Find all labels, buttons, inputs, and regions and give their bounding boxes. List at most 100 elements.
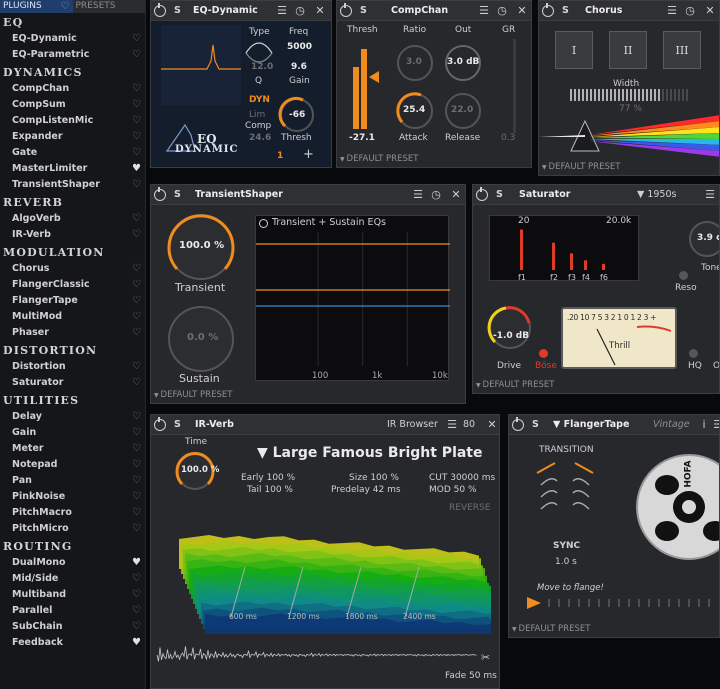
sidebar-item-algoverb[interactable]: AlgoVerb ♡: [0, 211, 145, 227]
sidebar-item-subchain[interactable]: SubChain ♡: [0, 619, 145, 635]
gain-value[interactable]: 9.6: [291, 62, 307, 72]
solo-button[interactable]: S: [174, 1, 181, 21]
sidebar-item-chorus[interactable]: Chorus ♡: [0, 261, 145, 277]
default-preset-label[interactable]: DEFAULT PRESET: [512, 624, 591, 634]
favorite-heart-icon[interactable]: ♡: [132, 113, 141, 129]
reso-led[interactable]: [679, 271, 688, 280]
menu-icon[interactable]: ☰: [411, 185, 425, 205]
favorite-heart-icon[interactable]: ♡: [132, 425, 141, 441]
favorite-heart-icon[interactable]: ♡: [132, 293, 141, 309]
favorite-heart-icon[interactable]: ♥: [132, 555, 141, 571]
sidebar-item-multiband[interactable]: Multiband ♡: [0, 587, 145, 603]
voice-button-1[interactable]: I: [555, 31, 593, 69]
sidebar-item-phaser[interactable]: Phaser ♡: [0, 325, 145, 341]
hq-led[interactable]: [689, 349, 698, 358]
ir-waveform[interactable]: [156, 633, 497, 673]
favorite-heart-icon[interactable]: ♥: [132, 635, 141, 651]
favorite-heart-icon[interactable]: ♡: [132, 145, 141, 161]
add-band-button[interactable]: +: [303, 147, 314, 162]
solo-button[interactable]: S: [174, 415, 181, 435]
flange-slider[interactable]: [527, 595, 720, 611]
sidebar-item-meter[interactable]: Meter ♡: [0, 441, 145, 457]
solo-button[interactable]: S: [174, 185, 181, 205]
size-value[interactable]: Size 100 %: [349, 473, 399, 483]
close-icon[interactable]: ✕: [515, 1, 529, 21]
default-preset-label[interactable]: DEFAULT PRESET: [340, 154, 419, 164]
preset-selector[interactable]: ▼ Large Famous Bright Plate: [257, 445, 483, 461]
favorite-heart-icon[interactable]: ♡: [132, 227, 141, 243]
tab-presets[interactable]: PRESETS: [72, 0, 145, 13]
default-preset-label[interactable]: DEFAULT PRESET: [542, 162, 621, 172]
favorite-heart-icon[interactable]: ♡: [132, 211, 141, 227]
favorite-heart-icon[interactable]: ♥: [132, 161, 141, 177]
menu-icon[interactable]: ☰: [477, 1, 491, 21]
voice-button-2[interactable]: II: [609, 31, 647, 69]
sync-label[interactable]: SYNC: [553, 541, 580, 551]
favorite-heart-icon[interactable]: ♡: [132, 47, 141, 63]
default-preset-label[interactable]: DEFAULT PRESET: [476, 380, 555, 390]
threshold-meter[interactable]: [349, 37, 389, 137]
voice-button-3[interactable]: III: [663, 31, 701, 69]
sidebar-item-eq-parametric[interactable]: EQ-Parametric ♡: [0, 47, 145, 63]
drive-knob[interactable]: [485, 303, 535, 353]
sidebar-item-flangertape[interactable]: FlangerTape ♡: [0, 293, 145, 309]
favorite-heart-icon[interactable]: ♡: [132, 603, 141, 619]
favorite-heart-icon[interactable]: ♡: [132, 619, 141, 635]
sidebar-category[interactable]: DISTORTION: [0, 343, 145, 359]
dyn-toggle[interactable]: DYN: [249, 95, 270, 105]
favorite-heart-icon[interactable]: ♡: [132, 81, 141, 97]
comp-option[interactable]: Comp: [245, 121, 271, 131]
sidebar-item-gate[interactable]: Gate ♡: [0, 145, 145, 161]
power-icon[interactable]: [154, 187, 166, 201]
sidebar-category[interactable]: MODULATION: [0, 245, 145, 261]
cut-value[interactable]: CUT 30000 ms: [429, 473, 495, 483]
sidebar-item-compsum[interactable]: CompSum ♡: [0, 97, 145, 113]
sidebar-item-mid-side[interactable]: Mid/Side ♡: [0, 571, 145, 587]
favorite-heart-icon[interactable]: ♡: [132, 571, 141, 587]
favorite-heart-icon[interactable]: ♡: [132, 489, 141, 505]
favorite-heart-icon[interactable]: ♡: [132, 359, 141, 375]
favorite-heart-icon[interactable]: ♡: [132, 375, 141, 391]
settings-icon[interactable]: ◷: [293, 1, 307, 21]
power-icon[interactable]: [512, 417, 524, 431]
sidebar-item-pinknoise[interactable]: PinkNoise ♡: [0, 489, 145, 505]
favorite-heart-icon[interactable]: ♡: [132, 441, 141, 457]
sidebar-item-multimod[interactable]: MultiMod ♡: [0, 309, 145, 325]
power-icon[interactable]: [476, 187, 488, 201]
close-icon[interactable]: ✕: [449, 185, 463, 205]
favorite-heart-icon[interactable]: ♡: [132, 277, 141, 293]
lim-option[interactable]: Lim: [249, 110, 265, 120]
sidebar-category[interactable]: UTILITIES: [0, 393, 145, 409]
favorite-heart-icon[interactable]: ♡: [132, 521, 141, 537]
bose-led[interactable]: [539, 349, 548, 358]
favorite-heart-icon[interactable]: ♡: [132, 31, 141, 47]
sidebar-item-saturator[interactable]: Saturator ♡: [0, 375, 145, 391]
menu-icon[interactable]: ☰: [275, 1, 289, 21]
info-icon[interactable]: i: [697, 415, 711, 435]
power-icon[interactable]: [542, 3, 554, 17]
solo-button[interactable]: S: [360, 1, 367, 21]
menu-icon[interactable]: ☰: [445, 415, 459, 435]
tape-reel-graphic[interactable]: [623, 451, 720, 561]
early-value[interactable]: Early 100 %: [241, 473, 295, 483]
menu-icon[interactable]: ☰: [711, 415, 719, 435]
sidebar-category[interactable]: REVERB: [0, 195, 145, 211]
favorite-heart-icon[interactable]: ♡: [132, 457, 141, 473]
sidebar-item-complistenmic[interactable]: CompListenMic ♡: [0, 113, 145, 129]
close-icon[interactable]: ✕: [313, 1, 327, 21]
settings-icon[interactable]: ◷: [495, 1, 509, 21]
menu-icon[interactable]: ☰: [703, 185, 717, 205]
sidebar-category[interactable]: DYNAMICS: [0, 65, 145, 81]
preset-name[interactable]: ▼ 1950s: [637, 185, 676, 205]
settings-icon[interactable]: ◷: [683, 1, 697, 21]
q-value[interactable]: 12.0: [251, 62, 273, 72]
sidebar-category[interactable]: ROUTING: [0, 539, 145, 555]
sidebar-item-notepad[interactable]: Notepad ♡: [0, 457, 145, 473]
tail-value[interactable]: Tail 100 %: [247, 485, 293, 495]
transition-curves-icon[interactable]: [535, 461, 595, 521]
solo-button[interactable]: S: [562, 1, 569, 21]
favorite-heart-icon[interactable]: ♡: [132, 587, 141, 603]
favorite-heart-icon[interactable]: ♡: [132, 97, 141, 113]
sidebar-item-expander[interactable]: Expander ♡: [0, 129, 145, 145]
freq-value[interactable]: 5000: [287, 42, 312, 52]
